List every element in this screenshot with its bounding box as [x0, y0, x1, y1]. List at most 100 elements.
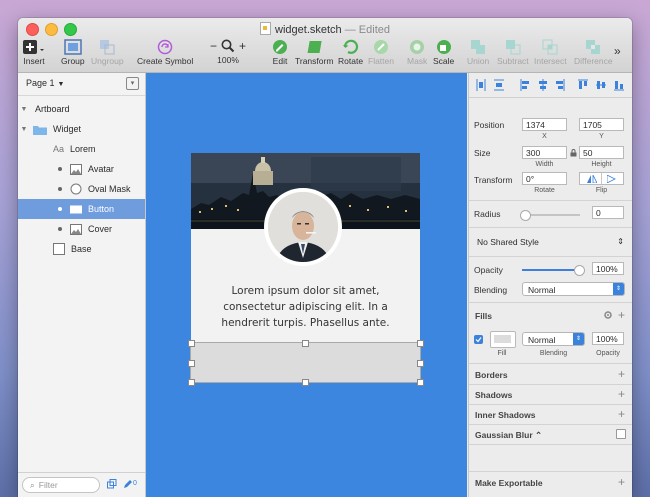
subtract-button[interactable]: Subtract — [497, 39, 529, 66]
align-top-icon[interactable] — [578, 79, 588, 91]
disclosure-triangle-icon[interactable]: ▼ — [19, 126, 29, 133]
group-button[interactable]: Group — [61, 39, 85, 66]
y-position-field[interactable]: 1705 — [579, 118, 624, 131]
filter-placeholder: Filter — [38, 480, 58, 490]
rotate-field[interactable]: 0° — [522, 172, 567, 185]
shared-style-select[interactable]: No Shared Style ⇕ — [472, 235, 627, 249]
lorem-text[interactable]: Lorem ipsum dolor sit amet, consectetur … — [211, 283, 400, 331]
fill-opacity-field[interactable]: 100% — [592, 332, 624, 345]
page-list-toggle-icon[interactable]: ▾ — [126, 77, 139, 90]
edit-button[interactable]: Edit — [272, 39, 288, 66]
width-field[interactable]: 300 — [522, 146, 567, 159]
size-label: Size — [474, 148, 491, 158]
opacity-slider-knob[interactable] — [574, 265, 585, 276]
zoom-in-button[interactable]: + — [239, 39, 246, 53]
difference-icon — [585, 39, 601, 55]
resize-handle[interactable] — [188, 379, 195, 386]
align-right-icon[interactable] — [555, 79, 565, 91]
flatten-button[interactable]: Flatten — [368, 39, 394, 66]
flip-vertical-icon[interactable] — [607, 175, 617, 183]
difference-button[interactable]: Difference — [574, 39, 613, 66]
radius-field[interactable]: 0 — [592, 206, 624, 219]
resize-handle[interactable] — [188, 340, 195, 347]
add-shadow-icon[interactable]: + — [618, 388, 625, 400]
opacity-slider[interactable] — [522, 269, 580, 271]
scale-button[interactable]: Scale — [433, 39, 454, 66]
lock-icon[interactable] — [570, 149, 577, 157]
page-name: Page 1 — [26, 78, 55, 88]
group-icon — [64, 39, 82, 55]
zoom-out-button[interactable]: − — [210, 39, 217, 53]
transform-button[interactable]: Transform — [295, 39, 333, 66]
height-field[interactable]: 50 — [579, 146, 624, 159]
resize-handle[interactable] — [417, 340, 424, 347]
intersect-button[interactable]: Intersect — [534, 39, 567, 66]
resize-handle[interactable] — [417, 379, 424, 386]
x-position-field[interactable]: 1374 — [522, 118, 567, 131]
layer-button[interactable]: Button — [18, 199, 145, 219]
layer-cover[interactable]: Cover — [18, 219, 145, 239]
add-fill-icon[interactable]: + — [618, 309, 625, 321]
align-left-icon[interactable] — [520, 79, 530, 91]
distribute-vertical-icon[interactable] — [494, 79, 504, 91]
resize-handle[interactable] — [302, 379, 309, 386]
add-border-icon[interactable]: + — [618, 368, 625, 380]
canvas[interactable]: Lorem ipsum dolor sit amet, consectetur … — [146, 73, 467, 497]
rectangle-icon — [53, 243, 65, 255]
gear-icon[interactable] — [603, 310, 613, 320]
create-symbol-button[interactable]: Create Symbol — [137, 39, 193, 66]
duplicate-icon[interactable] — [107, 479, 117, 489]
union-button[interactable]: Union — [467, 39, 489, 66]
blending-label: Blending — [474, 285, 508, 295]
oval-mask[interactable] — [264, 188, 342, 266]
layer-label: Base — [71, 244, 92, 254]
separator — [469, 404, 632, 405]
insert-icon — [23, 39, 45, 55]
layer-artboard[interactable]: ▼ Artboard — [18, 99, 145, 119]
blending-select[interactable]: Normal ⇕ — [522, 282, 625, 296]
filter-input[interactable]: ⌕ Filter — [22, 477, 100, 493]
layer-oval-mask[interactable]: Oval Mask — [18, 179, 145, 199]
y-label: Y — [599, 133, 604, 140]
layer-avatar[interactable]: Avatar — [18, 159, 145, 179]
add-export-icon[interactable]: + — [618, 476, 625, 488]
layer-base[interactable]: Base — [18, 239, 145, 259]
gaussian-blur-checkbox[interactable] — [616, 429, 626, 439]
separator — [469, 384, 632, 385]
pencil-icon[interactable] — [123, 479, 132, 489]
mask-button[interactable]: Mask — [407, 39, 427, 66]
fill-color-well[interactable] — [490, 331, 516, 348]
more-tools-button[interactable]: » — [614, 44, 621, 58]
layer-lorem[interactable]: Aa Lorem — [18, 139, 145, 159]
button-layer[interactable] — [190, 342, 421, 383]
fill-blending-select[interactable]: Normal ⇕ — [522, 332, 585, 346]
resize-handle[interactable] — [302, 340, 309, 347]
widget-card[interactable]: Lorem ipsum dolor sit amet, consectetur … — [188, 153, 424, 386]
disclosure-triangle-icon[interactable]: ▼ — [19, 106, 29, 113]
avatar-image[interactable] — [268, 192, 338, 262]
ungroup-button[interactable]: Ungroup — [91, 39, 124, 66]
document-icon — [260, 22, 272, 35]
opacity-field[interactable]: 100% — [592, 262, 624, 275]
gaussian-blur-header[interactable]: Gaussian Blur ⌃ — [475, 430, 542, 441]
rotate-button[interactable]: Rotate — [338, 39, 363, 66]
flip-horizontal-icon[interactable] — [587, 175, 597, 183]
window-title: widget.sketch — Edited — [18, 22, 632, 36]
resize-handle[interactable] — [188, 360, 195, 367]
intersect-label: Intersect — [534, 56, 567, 66]
align-bottom-icon[interactable] — [614, 79, 624, 91]
separator — [469, 256, 632, 257]
align-center-icon[interactable] — [538, 79, 548, 91]
resize-handle[interactable] — [417, 360, 424, 367]
page-selector[interactable]: Page 1 ▼ — [26, 78, 64, 88]
align-middle-icon[interactable] — [596, 79, 606, 91]
rotate-icon — [342, 39, 360, 55]
radius-slider-knob[interactable] — [520, 210, 531, 221]
distribute-horizontal-icon[interactable] — [476, 79, 486, 91]
borders-header: Borders — [475, 370, 508, 380]
sidebar-footer: ⌕ Filter 0 — [18, 472, 145, 497]
fill-enabled-checkbox[interactable] — [474, 335, 483, 344]
add-inner-shadow-icon[interactable]: + — [618, 408, 625, 420]
insert-button[interactable]: Insert — [23, 39, 45, 66]
layer-widget[interactable]: ▼ Widget — [18, 119, 145, 139]
